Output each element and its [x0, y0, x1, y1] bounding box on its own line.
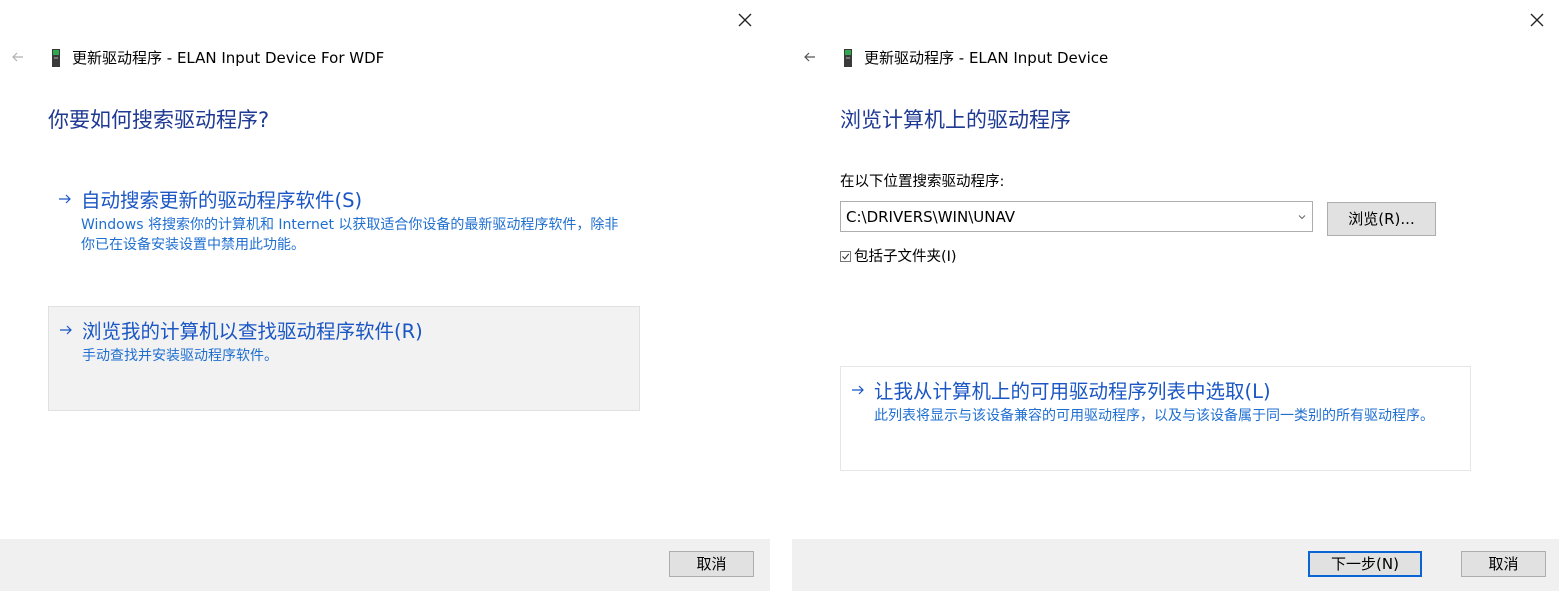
right-arrow-icon [59, 323, 73, 337]
auto-search-option[interactable]: 自动搜索更新的驱动程序软件(S) Windows 将搜索你的计算机和 Inter… [48, 176, 640, 262]
page-title: 你要如何搜索驱动程序? [48, 108, 270, 132]
option-description: 此列表将显示与该设备兼容的可用驱动程序，以及与该设备属于同一类别的所有驱动程序。 [874, 408, 1434, 424]
option-title: 让我从计算机上的可用驱动程序列表中选取(L) [874, 380, 1271, 403]
device-icon [50, 48, 62, 68]
header-title: 更新驱动程序 - ELAN Input Device For WDF [72, 49, 385, 67]
browse-button[interactable]: 浏览(R)... [1327, 202, 1436, 236]
back-arrow-icon [804, 52, 815, 62]
right-arrow-icon [851, 383, 865, 397]
close-button[interactable] [1527, 10, 1547, 30]
update-driver-dialog-left: 更新驱动程序 - ELAN Input Device For WDF 你要如何搜… [0, 0, 770, 591]
pick-from-list-option[interactable]: 让我从计算机上的可用驱动程序列表中选取(L) 此列表将显示与该设备兼容的可用驱动… [840, 366, 1471, 471]
close-icon [1530, 13, 1544, 27]
dialog-footer: 取消 [0, 539, 770, 591]
driver-path-value: C:\DRIVERS\WIN\UNAV [846, 208, 1016, 226]
dialog-header: 更新驱动程序 - ELAN Input Device For WDF [0, 47, 770, 69]
include-subfolders-label: 包括子文件夹(I) [854, 249, 957, 265]
browse-computer-option[interactable]: 浏览我的计算机以查找驱动程序软件(R) 手动查找并安装驱动程序软件。 [48, 306, 640, 411]
next-button[interactable]: 下一步(N) [1308, 551, 1422, 577]
search-location-label: 在以下位置搜索驱动程序: [840, 174, 1005, 190]
device-icon [842, 48, 854, 68]
option-title: 浏览我的计算机以查找驱动程序软件(R) [82, 320, 423, 343]
close-button[interactable] [735, 10, 755, 30]
option-description: Windows 将搜索你的计算机和 Internet 以获取适合你设备的最新驱动… [81, 217, 619, 253]
right-arrow-icon [58, 192, 72, 206]
option-title: 自动搜索更新的驱动程序软件(S) [81, 189, 363, 212]
back-button[interactable] [10, 49, 26, 65]
cancel-button[interactable]: 取消 [1461, 551, 1546, 577]
driver-path-combobox[interactable]: C:\DRIVERS\WIN\UNAV [840, 201, 1313, 232]
cancel-button[interactable]: 取消 [669, 551, 754, 577]
back-button[interactable] [802, 49, 818, 65]
dialog-header: 更新驱动程序 - ELAN Input Device [792, 47, 1559, 69]
header-title: 更新驱动程序 - ELAN Input Device [864, 49, 1109, 67]
page-title: 浏览计算机上的驱动程序 [840, 108, 1071, 132]
back-arrow-icon [12, 52, 23, 62]
checkbox-icon[interactable] [840, 251, 851, 262]
chevron-down-icon[interactable] [1297, 212, 1307, 222]
dialog-footer: 下一步(N) 取消 [792, 539, 1559, 591]
close-icon [738, 13, 752, 27]
option-description: 手动查找并安装驱动程序软件。 [82, 348, 278, 364]
update-driver-dialog-right: 更新驱动程序 - ELAN Input Device 浏览计算机上的驱动程序 在… [792, 0, 1559, 591]
